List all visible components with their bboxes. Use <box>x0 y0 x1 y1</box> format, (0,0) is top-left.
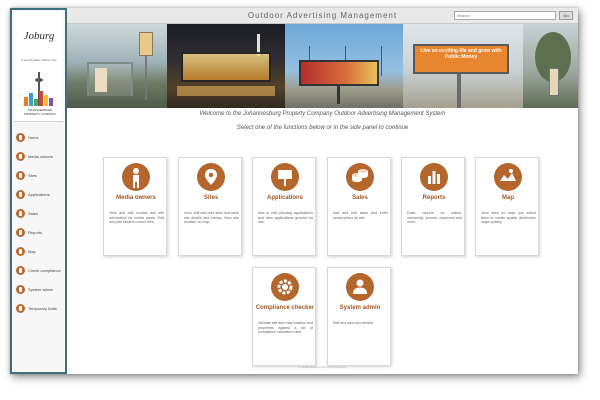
card-description: View and edit contact and site informati… <box>109 211 164 225</box>
card-sites[interactable]: Sites View, edit and print sites that ha… <box>178 157 242 256</box>
card-map[interactable]: Map View sites on map: you select them t… <box>475 157 539 256</box>
card-system-admin[interactable]: System admin Edit and add user details. <box>327 267 391 366</box>
card-description: Add and edit sales and enter actual pric… <box>333 211 388 220</box>
sidebar-item-label: Media owners <box>28 154 53 159</box>
card-title: Applications <box>266 195 303 201</box>
shelter-ad-shape <box>95 68 107 92</box>
night-billboard-shape <box>181 52 271 82</box>
sidebar-item-applications[interactable]: Applications <box>14 185 66 204</box>
sidebar-item-system-admin[interactable]: System admin <box>14 280 66 299</box>
card-compliance-checker[interactable]: Compliance checker Validate site and map… <box>252 267 316 366</box>
pole-shape <box>145 56 147 100</box>
app-window: Joburg a world class african city JOHANN… <box>10 8 578 374</box>
card-sales[interactable]: Sales Add and edit sales and enter actua… <box>327 157 391 256</box>
banner-photo-bus-shelter <box>67 24 167 108</box>
sidebar-item-label: Home <box>28 135 39 140</box>
instructions-text: Select one of the functions below or in … <box>236 125 409 131</box>
card-reports[interactable]: Reports Draw reports on status, ownershi… <box>401 157 465 256</box>
banner-photo-street-sign <box>523 24 578 108</box>
banner-photo-night-billboard <box>167 24 285 108</box>
header-bar: Outdoor Advertising Management Go <box>67 8 578 24</box>
sidebar-item-label: Temporary Adds <box>28 306 57 311</box>
sidebar-item-label: Sales <box>28 211 39 216</box>
billboard-leg-shape <box>337 86 340 104</box>
joburg-logo: Joburg a world class african city JOHANN… <box>14 12 63 122</box>
sidebar: Joburg a world class african city JOHANN… <box>10 8 67 374</box>
search-input[interactable] <box>454 11 556 20</box>
sidebar-item-check-compliance[interactable]: Check compliance <box>14 261 66 280</box>
card-description: Edit and add user details. <box>333 321 374 325</box>
logo-text: Joburg <box>23 30 55 42</box>
user-admin-icon <box>16 285 25 294</box>
card-description: Add or edit planning applications and vi… <box>258 211 313 225</box>
user-admin-icon <box>346 273 374 301</box>
signboard-icon <box>271 163 299 191</box>
card-title: Compliance checker <box>255 305 315 311</box>
street-sign-shape <box>549 68 559 96</box>
sidebar-item-sites[interactable]: Sites <box>14 166 66 185</box>
card-media-owners[interactable]: Media owners View and edit contact and s… <box>103 157 167 256</box>
person-icon <box>122 163 150 191</box>
bus-shelter-shape <box>87 62 133 96</box>
pole-sign-shape <box>139 32 153 56</box>
banner-photo-strip: Live an exciting life and grow with Publ… <box>67 24 578 108</box>
card-description: Validate site and map location and prope… <box>258 321 313 335</box>
billboard-leg-shape <box>457 74 461 108</box>
sidebar-nav: Home Media owners Sites Applications Sal… <box>14 128 66 318</box>
sidebar-item-label: Sites <box>28 173 37 178</box>
home-icon <box>16 133 25 142</box>
banner-photo-orange-billboard: Live an exciting life and grow with Publ… <box>403 24 523 108</box>
map-icon <box>494 163 522 191</box>
card-title: System admin <box>339 305 381 311</box>
jpc-logo-bars-icon <box>24 90 56 106</box>
card-title: Sites <box>203 195 219 201</box>
coins-icon <box>16 209 25 218</box>
map-icon <box>16 247 25 256</box>
highway-billboard-shape <box>299 60 379 86</box>
card-title: Map <box>502 195 514 201</box>
jpc-logo-text: JOHANNESBURG PROPERTY COMPANY <box>23 108 57 116</box>
person-icon <box>16 304 25 313</box>
search-go-button[interactable]: Go <box>559 11 573 20</box>
footer-text: © Johannesburg Property Company <box>298 365 347 369</box>
card-title: Media owners <box>116 195 156 201</box>
sidebar-item-temporary-adds[interactable]: Temporary Adds <box>14 299 66 318</box>
map-pin-icon <box>16 171 25 180</box>
sidebar-item-sales[interactable]: Sales <box>14 204 66 223</box>
person-icon <box>16 152 25 161</box>
main-content: Welcome to the Johannesburg Property Com… <box>67 108 578 374</box>
sidebar-item-reports[interactable]: Reports <box>14 223 66 242</box>
sidebar-item-map[interactable]: Map <box>14 242 66 261</box>
card-description: Draw reports on status, ownership, incom… <box>407 211 462 225</box>
map-pin-icon <box>197 163 225 191</box>
banner-photo-highway-billboard <box>285 24 403 108</box>
tower-top-icon <box>35 78 43 82</box>
card-applications[interactable]: Applications Add or edit planning applic… <box>252 157 316 256</box>
bar-chart-icon <box>16 228 25 237</box>
card-description: View, edit and print sites that have sit… <box>184 211 239 225</box>
billboard-text: Live an exciting life and grow with Publ… <box>420 48 502 60</box>
sidebar-item-label: Applications <box>28 192 50 197</box>
sidebar-item-home[interactable]: Home <box>14 128 66 147</box>
street-glow-shape <box>177 86 275 96</box>
gear-icon <box>16 266 25 275</box>
card-title: Sales <box>352 195 368 201</box>
bar-chart-icon <box>420 163 448 191</box>
logo-tagline: a world class african city <box>21 58 57 62</box>
card-title: Reports <box>422 195 446 201</box>
sidebar-item-label: Map <box>28 249 36 254</box>
sidebar-item-label: Check compliance <box>28 268 61 273</box>
card-description: View sites on map: you select them to cr… <box>481 211 536 225</box>
sidebar-item-label: System admin <box>28 287 54 292</box>
lamp-post-shape <box>381 46 382 76</box>
sidebar-item-label: Reports <box>28 230 43 235</box>
sidebar-item-media-owners[interactable]: Media owners <box>14 147 66 166</box>
signboard-icon <box>16 190 25 199</box>
gear-icon <box>271 273 299 301</box>
coins-icon <box>346 163 374 191</box>
welcome-text: Welcome to the Johannesburg Property Com… <box>199 111 446 117</box>
